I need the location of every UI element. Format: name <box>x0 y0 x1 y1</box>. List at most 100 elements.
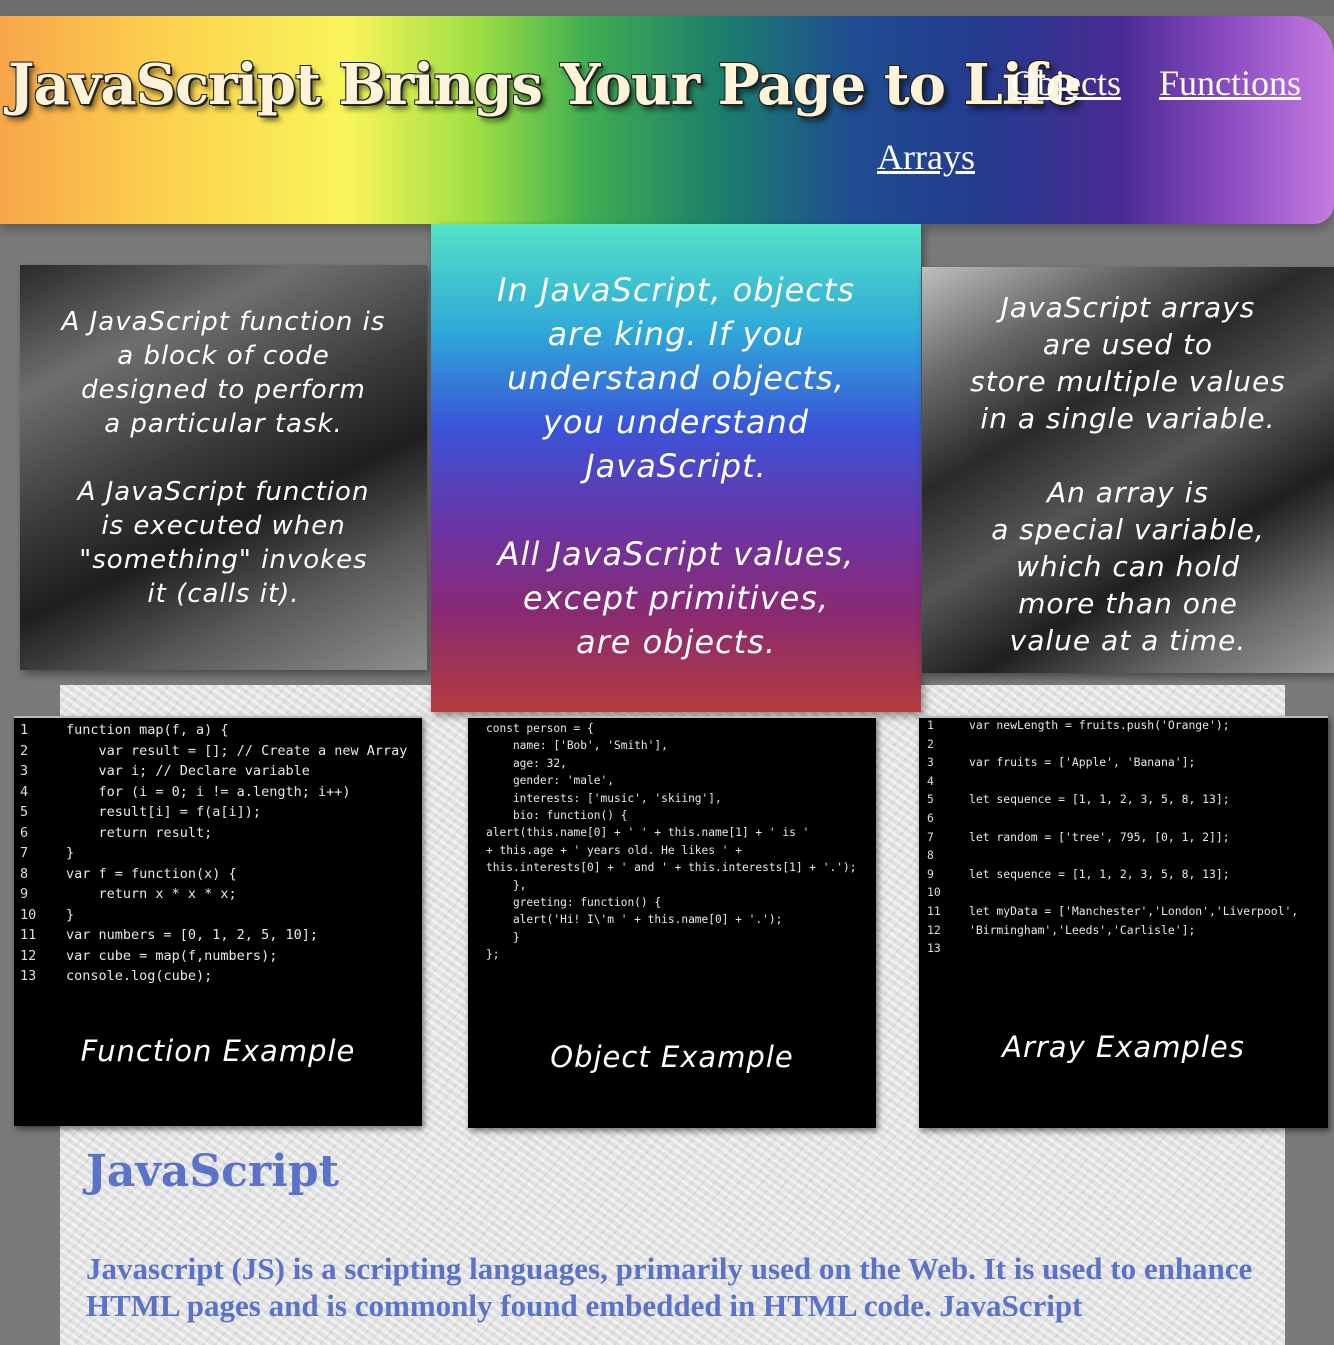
code-text: name: ['Bob', 'Smith'], <box>486 739 668 753</box>
code-line: 9 let sequence = [1, 1, 2, 3, 5, 8, 13]; <box>927 867 1298 886</box>
array-example-panel: 1 var newLength = fruits.push('Orange'); 2… <box>919 716 1328 1128</box>
line-number: 11 <box>927 903 941 918</box>
code-line: 5 result[i] = f(a[i]); <box>20 804 407 825</box>
code-line: 9 return x * x * x; <box>20 886 407 907</box>
code-text: return result; <box>66 824 213 841</box>
code-line: alert('Hi! I\'m ' + this.name[0] + '.'); <box>486 913 856 930</box>
line-number: 3 <box>927 755 934 770</box>
code-line: name: ['Bob', 'Smith'], <box>486 739 856 756</box>
code-text: } <box>486 930 520 944</box>
code-text: + this.age + ' years old. He likes ' + <box>486 843 742 857</box>
object-example-caption: Object Example <box>550 1040 794 1074</box>
line-number: 12 <box>927 922 941 937</box>
arrays-card-text-1: JavaScript arrays are used to store mult… <box>970 291 1286 435</box>
objects-card-text-2: All JavaScript values, except primitives… <box>497 535 855 661</box>
code-text: const person = { <box>486 722 594 735</box>
code-text: alert('Hi! I\'m ' + this.name[0] + '.'); <box>486 913 783 927</box>
code-line: 3 var fruits = ['Apple', 'Banana']; <box>927 755 1298 774</box>
code-line: } <box>486 931 856 948</box>
line-number: 12 <box>20 947 37 964</box>
code-text: }; <box>486 948 500 962</box>
main-heading: JavaScript <box>86 1146 339 1197</box>
line-number: 4 <box>20 783 29 800</box>
code-line: 1 function map(f, a) { <box>20 722 407 743</box>
code-line: 2 var result = []; // Create a new Array <box>20 743 407 764</box>
code-line: 5 let sequence = [1, 1, 2, 3, 5, 8, 13]; <box>927 792 1298 811</box>
line-number: 7 <box>20 845 29 861</box>
functions-card-text-1: A JavaScript function is a block of code… <box>61 307 386 439</box>
code-line: 6 <box>927 811 1298 830</box>
site-header: JavaScript Brings Your Page to Life Obje… <box>0 16 1334 224</box>
line-number: 13 <box>20 968 37 984</box>
code-text: function map(f, a) { <box>66 722 229 738</box>
code-text: for (i = 0; i != a.length; i++) <box>66 783 351 800</box>
array-example-caption: Array Examples <box>1002 1030 1245 1064</box>
code-line: gender: 'male', <box>486 774 856 791</box>
code-text: let random = ['tree', 795, [0, 1, 2]]; <box>969 829 1230 844</box>
line-number: 3 <box>20 763 29 779</box>
nav-link-arrays[interactable]: Arrays <box>877 136 975 178</box>
functions-card: A JavaScript function is a block of code… <box>20 265 427 670</box>
code-text: result[i] = f(a[i]); <box>66 804 262 820</box>
code-line: 10 <box>927 885 1298 904</box>
line-number: 10 <box>20 906 37 923</box>
code-text: greeting: function() { <box>486 895 662 909</box>
code-line: 10} <box>20 907 407 928</box>
code-line: + this.age + ' years old. He likes ' + <box>486 844 856 861</box>
code-line: interests: ['music', 'skiing'], <box>486 792 856 809</box>
code-line: greeting: function() { <box>486 896 856 913</box>
code-text: let sequence = [1, 1, 2, 3, 5, 8, 13]; <box>969 866 1230 881</box>
code-line: 12 var cube = map(f,numbers); <box>20 948 407 969</box>
code-line: 8 <box>927 848 1298 867</box>
nav-link-functions[interactable]: Functions <box>1159 62 1301 104</box>
line-number: 2 <box>927 736 934 751</box>
array-code-block: 1 var newLength = fruits.push('Orange'); 2… <box>927 718 1298 960</box>
code-text: }, <box>486 878 527 892</box>
functions-card-text-2: A JavaScript function is executed when "… <box>77 477 370 609</box>
code-text: bio: function() { <box>486 808 628 822</box>
nav-link-objects[interactable]: Objects <box>1011 62 1121 104</box>
line-number: 11 <box>20 927 37 943</box>
code-line: this.interests[0] + ' and ' + this.inter… <box>486 861 856 878</box>
code-line: alert(this.name[0] + ' ' + this.name[1] … <box>486 826 856 843</box>
code-text: var cube = map(f,numbers); <box>66 947 278 964</box>
code-line: 13 console.log(cube); <box>20 968 407 989</box>
code-text: var numbers = [0, 1, 2, 5, 10]; <box>66 927 318 943</box>
code-line: 7 let random = ['tree', 795, [0, 1, 2]]; <box>927 830 1298 849</box>
code-line: 12 'Birmingham','Leeds','Carlisle']; <box>927 923 1298 942</box>
code-text: return x * x * x; <box>66 886 237 902</box>
line-number: 8 <box>927 848 934 863</box>
code-text: age: 32, <box>486 756 567 770</box>
code-line: 6 return result; <box>20 825 407 846</box>
line-number: 2 <box>20 742 29 759</box>
top-strip <box>0 0 1334 16</box>
site-title: JavaScript Brings Your Page to Life <box>8 52 1081 118</box>
code-text: gender: 'male', <box>486 774 614 788</box>
code-text: let sequence = [1, 1, 2, 3, 5, 8, 13]; <box>969 792 1230 807</box>
code-text: 'Birmingham','Leeds','Carlisle']; <box>969 922 1196 937</box>
objects-card-text-1: In JavaScript, objects are king. If you … <box>497 271 855 485</box>
arrays-card: JavaScript arrays are used to store mult… <box>922 267 1334 673</box>
code-text: var fruits = ['Apple', 'Banana']; <box>969 755 1196 770</box>
code-text: this.interests[0] + ' and ' + this.inter… <box>486 861 857 875</box>
code-line: age: 32, <box>486 757 856 774</box>
line-number: 5 <box>927 792 934 807</box>
line-number: 10 <box>927 885 941 900</box>
line-number: 6 <box>927 810 934 825</box>
objects-card: In JavaScript, objects are king. If you … <box>431 224 921 712</box>
object-example-panel: const person = { name: ['Bob', 'Smith'],… <box>468 716 876 1128</box>
code-line: 3 var i; // Declare variable <box>20 763 407 784</box>
line-number: 8 <box>20 865 29 882</box>
line-number: 5 <box>20 804 29 820</box>
function-example-panel: 1 function map(f, a) {2 var result = []; … <box>14 716 422 1126</box>
line-number: 6 <box>20 824 29 841</box>
arrays-card-text-2: An array is a special variable, which ca… <box>991 476 1265 657</box>
function-code-block: 1 function map(f, a) {2 var result = []; … <box>20 722 407 989</box>
code-line: 7} <box>20 845 407 866</box>
code-line: 11 var numbers = [0, 1, 2, 5, 10]; <box>20 927 407 948</box>
code-line: bio: function() { <box>486 809 856 826</box>
code-line: }; <box>486 948 856 965</box>
line-number: 1 <box>927 718 934 732</box>
line-number: 9 <box>20 886 29 902</box>
line-number: 4 <box>927 773 934 788</box>
